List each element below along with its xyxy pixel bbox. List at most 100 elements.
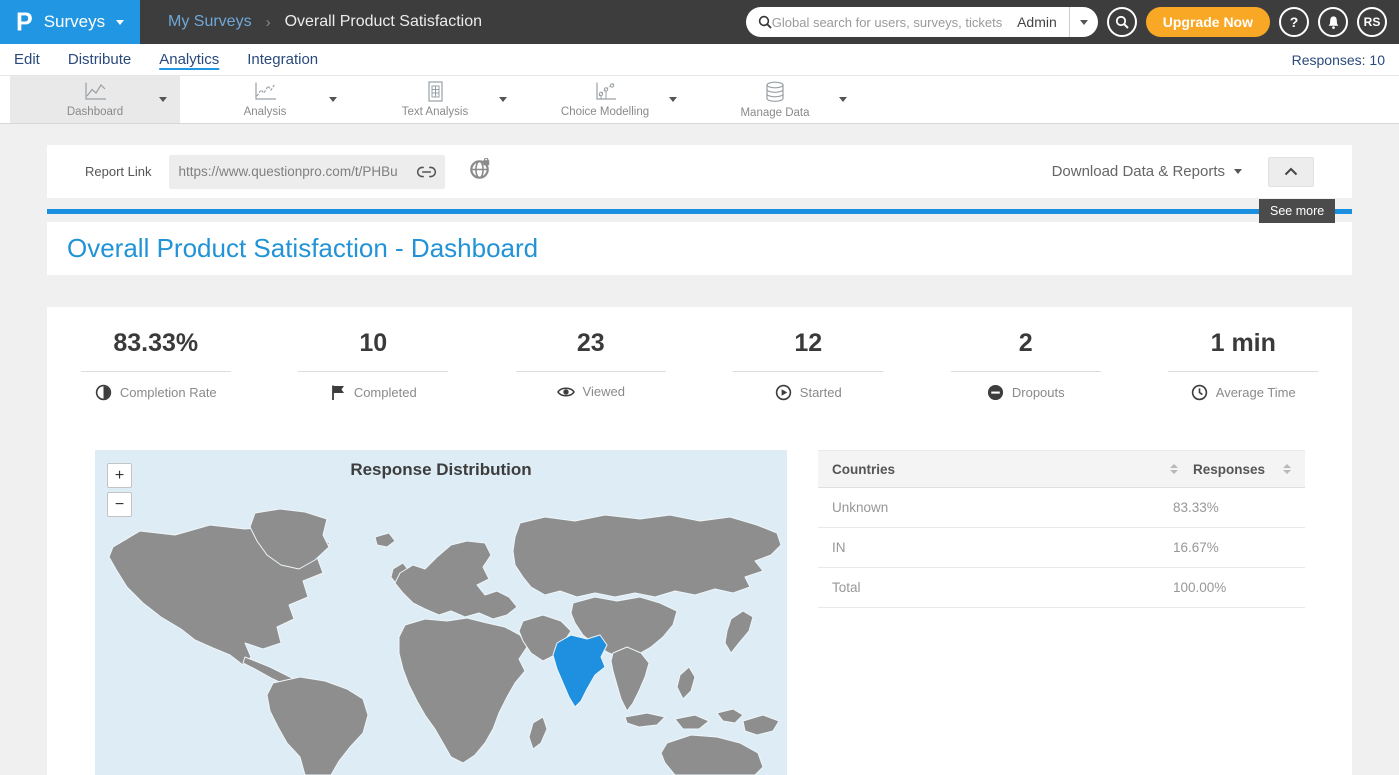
column-header-countries[interactable]: Countries: [832, 462, 1162, 477]
search-button[interactable]: [1107, 7, 1137, 37]
dashboard-card: 83.33% Completion Rate 10 Completed 23 V…: [47, 307, 1352, 775]
country-responses: 16.67%: [1173, 540, 1291, 555]
surveys-product-switcher[interactable]: P Surveys: [0, 0, 140, 44]
report-link-bar: Report Link Download Data & Reports: [47, 145, 1352, 198]
country-indonesia-east: [675, 715, 709, 729]
country-south-america: [267, 677, 368, 775]
section-divider: [47, 209, 1352, 214]
country-india-highlighted: [553, 635, 607, 707]
global-search: Admin: [746, 7, 1098, 37]
country-borneo: [717, 709, 743, 723]
tab-choice-modelling[interactable]: Choice Modelling: [520, 76, 690, 123]
world-map[interactable]: [95, 485, 787, 775]
country-russia-asia: [513, 515, 781, 597]
report-url-input[interactable]: [178, 164, 417, 179]
download-data-reports-dropdown[interactable]: Download Data & Reports: [1052, 163, 1225, 180]
sort-icon[interactable]: [1170, 464, 1178, 474]
tab-analysis[interactable]: Analysis: [180, 76, 350, 123]
breadcrumb-my-surveys[interactable]: My Surveys: [168, 13, 252, 31]
zoom-in-button[interactable]: +: [107, 463, 132, 488]
nav-item-edit[interactable]: Edit: [14, 51, 40, 69]
help-button[interactable]: ?: [1279, 7, 1309, 37]
breadcrumb-separator-icon: ›: [266, 14, 271, 31]
scatter-chart-icon: [592, 81, 618, 102]
search-scope-label: Admin: [1005, 14, 1069, 30]
stat-completed: 10 Completed: [265, 329, 483, 401]
chevron-down-icon: [1234, 169, 1242, 174]
response-distribution-map: Response Distribution + −: [95, 450, 787, 775]
search-icon: [1115, 15, 1129, 29]
chevron-down-icon[interactable]: [669, 97, 677, 102]
chevron-down-icon: [116, 20, 124, 25]
country-new-guinea: [743, 715, 779, 735]
tab-text-analysis[interactable]: Text Analysis: [350, 76, 520, 123]
country-name: IN: [832, 540, 1173, 555]
stat-started: 12 Started: [700, 329, 918, 401]
table-row: Total 100.00%: [818, 568, 1305, 608]
country-responses: 83.33%: [1173, 500, 1291, 515]
notifications-button[interactable]: [1318, 7, 1348, 37]
stat-label: Completion Rate: [120, 385, 217, 400]
analytics-toolbar: Dashboard Analysis Text Analysis Choice …: [0, 76, 1399, 124]
chevron-down-icon[interactable]: [499, 97, 507, 102]
chevron-down-icon[interactable]: [159, 97, 167, 102]
stat-label: Started: [800, 385, 842, 400]
search-scope-dropdown[interactable]: [1070, 20, 1098, 25]
country-indonesia: [625, 713, 665, 727]
avatar-initials: RS: [1364, 15, 1381, 29]
divider: [81, 371, 231, 372]
stat-label: Viewed: [583, 384, 625, 399]
countries-table: Countries Responses Unknown 83.33% IN 16…: [818, 450, 1305, 608]
stat-value: 2: [917, 329, 1135, 358]
stat-label: Average Time: [1216, 385, 1296, 400]
chevron-down-icon[interactable]: [329, 97, 337, 102]
map-title: Response Distribution: [95, 450, 787, 480]
stat-value: 1 min: [1135, 329, 1353, 358]
tab-dashboard[interactable]: Dashboard: [10, 76, 180, 123]
map-zoom-controls: + −: [107, 463, 132, 521]
sort-icon[interactable]: [1283, 464, 1291, 474]
country-southeast-asia: [611, 647, 649, 711]
tab-label: Text Analysis: [402, 106, 468, 118]
nav-item-integration[interactable]: Integration: [247, 51, 318, 69]
column-header-responses[interactable]: Responses: [1193, 462, 1275, 477]
divider: [733, 371, 883, 372]
topbar: P Surveys My Surveys › Overall Product S…: [0, 0, 1399, 44]
questionpro-logo-icon: P: [16, 9, 33, 35]
report-privacy-button[interactable]: [469, 158, 491, 185]
eye-icon: [557, 385, 575, 399]
stat-completion-rate: 83.33% Completion Rate: [47, 329, 265, 401]
see-more-tooltip: See more: [1259, 199, 1335, 223]
user-avatar[interactable]: RS: [1357, 7, 1387, 37]
topbar-actions: Admin Upgrade Now ? RS: [746, 0, 1399, 44]
line-chart-icon: [82, 81, 108, 102]
flag-icon: [330, 384, 346, 401]
stat-value: 23: [482, 329, 700, 358]
country-africa: [399, 618, 527, 763]
country-iceland: [375, 533, 395, 547]
country-australia: [661, 735, 763, 775]
nav-item-analytics[interactable]: Analytics: [159, 51, 219, 69]
collapse-header-button[interactable]: [1268, 157, 1314, 187]
table-header: Countries Responses: [818, 450, 1305, 488]
chevron-up-icon: [1284, 167, 1298, 176]
divider: [298, 371, 448, 372]
stat-label: Dropouts: [1012, 385, 1065, 400]
link-icon[interactable]: [417, 166, 436, 178]
minus-circle-icon: [987, 384, 1004, 401]
tab-label: Choice Modelling: [561, 106, 649, 118]
zoom-out-button[interactable]: −: [107, 492, 132, 517]
country-europe: [395, 541, 517, 619]
search-input[interactable]: [772, 15, 1005, 30]
nav-item-distribute[interactable]: Distribute: [68, 51, 131, 69]
tab-label: Manage Data: [740, 107, 809, 119]
chevron-down-icon[interactable]: [839, 97, 847, 102]
product-name: Surveys: [44, 12, 105, 32]
chevron-down-icon: [1080, 20, 1088, 25]
report-link-label: Report Link: [85, 164, 151, 179]
tab-manage-data[interactable]: Manage Data: [690, 76, 860, 123]
upgrade-now-button[interactable]: Upgrade Now: [1146, 7, 1270, 37]
stat-value: 83.33%: [47, 329, 265, 358]
breadcrumb-current: Overall Product Satisfaction: [285, 13, 482, 31]
stat-dropouts: 2 Dropouts: [917, 329, 1135, 401]
